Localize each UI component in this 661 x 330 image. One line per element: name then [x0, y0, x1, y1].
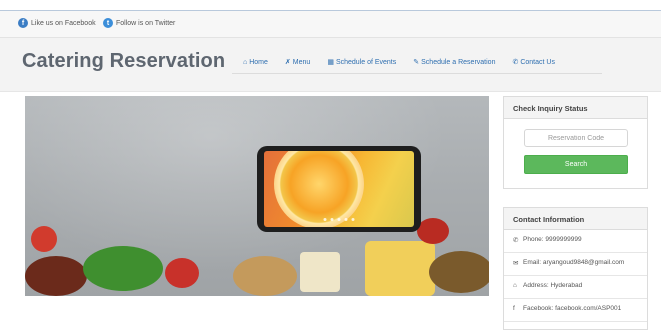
reservation-code-input[interactable]: [524, 129, 628, 147]
banner-tomato: [31, 226, 57, 252]
banner-sauce: [417, 218, 449, 244]
phone-mockup: [257, 146, 421, 232]
contact-panel: Contact Information ✆ Phone: 9999999999 …: [503, 207, 648, 330]
twitter-icon: t: [103, 18, 113, 28]
banner-bowl-beans: [233, 256, 297, 296]
inquiry-panel: Check Inquiry Status Search: [503, 96, 648, 189]
main-nav: ⌂ Home ✗ Menu ▦ Schedule of Events ✎ Sch…: [243, 58, 572, 67]
twitter-link-label: Follow is on Twitter: [116, 19, 176, 27]
banner-pasta: [365, 241, 435, 296]
nav-contact-us-label: Contact Us: [520, 58, 555, 66]
nav-schedule-reservation[interactable]: ✎ Schedule a Reservation: [413, 58, 496, 67]
nav-home[interactable]: ⌂ Home: [243, 59, 268, 66]
contact-panel-title: Contact Information: [504, 208, 647, 230]
social-topbar: f Like us on Facebook t Follow is on Twi…: [0, 10, 661, 38]
banner-olive-bowl: [429, 251, 489, 293]
hero-banner: [25, 96, 489, 296]
facebook-link[interactable]: f Like us on Facebook: [18, 18, 96, 28]
carousel-indicators[interactable]: [322, 218, 357, 221]
contact-facebook[interactable]: Facebook: facebook.com/ASP001: [523, 305, 621, 321]
pencil-icon: ✎: [413, 59, 420, 66]
facebook-icon: f: [513, 305, 515, 312]
contact-address: Address: Hyderabad: [523, 282, 583, 289]
contact-phone-row: ✆ Phone: 9999999999: [504, 230, 647, 253]
facebook-icon: f: [18, 18, 28, 28]
banner-tomato-center: [165, 258, 199, 288]
phone-screen-image: [264, 151, 414, 227]
banner-bowl-left: [25, 256, 87, 296]
nav-schedule-reservation-label: Schedule a Reservation: [421, 58, 496, 66]
site-brand[interactable]: Catering Reservation: [22, 50, 225, 73]
site-header: Catering Reservation ⌂ Home ✗ Menu ▦ Sch…: [0, 38, 661, 92]
search-button[interactable]: Search: [524, 155, 628, 174]
nav-menu-label: Menu: [292, 58, 311, 66]
home-icon: ⌂: [513, 282, 517, 289]
envelope-icon: ✉: [513, 260, 519, 267]
nav-menu[interactable]: ✗ Menu: [284, 58, 311, 67]
cutlery-icon: ✗: [284, 59, 291, 66]
banner-basil: [83, 246, 163, 291]
contact-facebook-row: f Facebook: facebook.com/ASP001: [504, 299, 647, 322]
home-icon: ⌂: [243, 58, 248, 66]
contact-email-row: ✉ Email: aryangoud9848@gmail.com: [504, 253, 647, 276]
inquiry-panel-title: Check Inquiry Status: [504, 97, 647, 119]
phone-icon: ✆: [513, 237, 519, 244]
phone-icon: ✆: [512, 59, 519, 66]
twitter-link[interactable]: t Follow is on Twitter: [103, 18, 175, 28]
nav-contact-us[interactable]: ✆ Contact Us: [512, 58, 555, 67]
facebook-link-label: Like us on Facebook: [31, 19, 96, 27]
nav-schedule-of-events-label: Schedule of Events: [335, 58, 397, 66]
nav-home-label: Home: [249, 58, 268, 66]
nav-divider: [232, 73, 602, 74]
banner-cheese: [300, 252, 340, 292]
contact-address-row: ⌂ Address: Hyderabad: [504, 276, 647, 299]
nav-schedule-of-events[interactable]: ▦ Schedule of Events: [327, 58, 397, 67]
contact-email: Email: aryangoud9848@gmail.com: [523, 259, 625, 266]
calendar-icon: ▦: [327, 59, 334, 66]
contact-phone: Phone: 9999999999: [523, 236, 582, 243]
orange-slice-image: [274, 151, 364, 227]
